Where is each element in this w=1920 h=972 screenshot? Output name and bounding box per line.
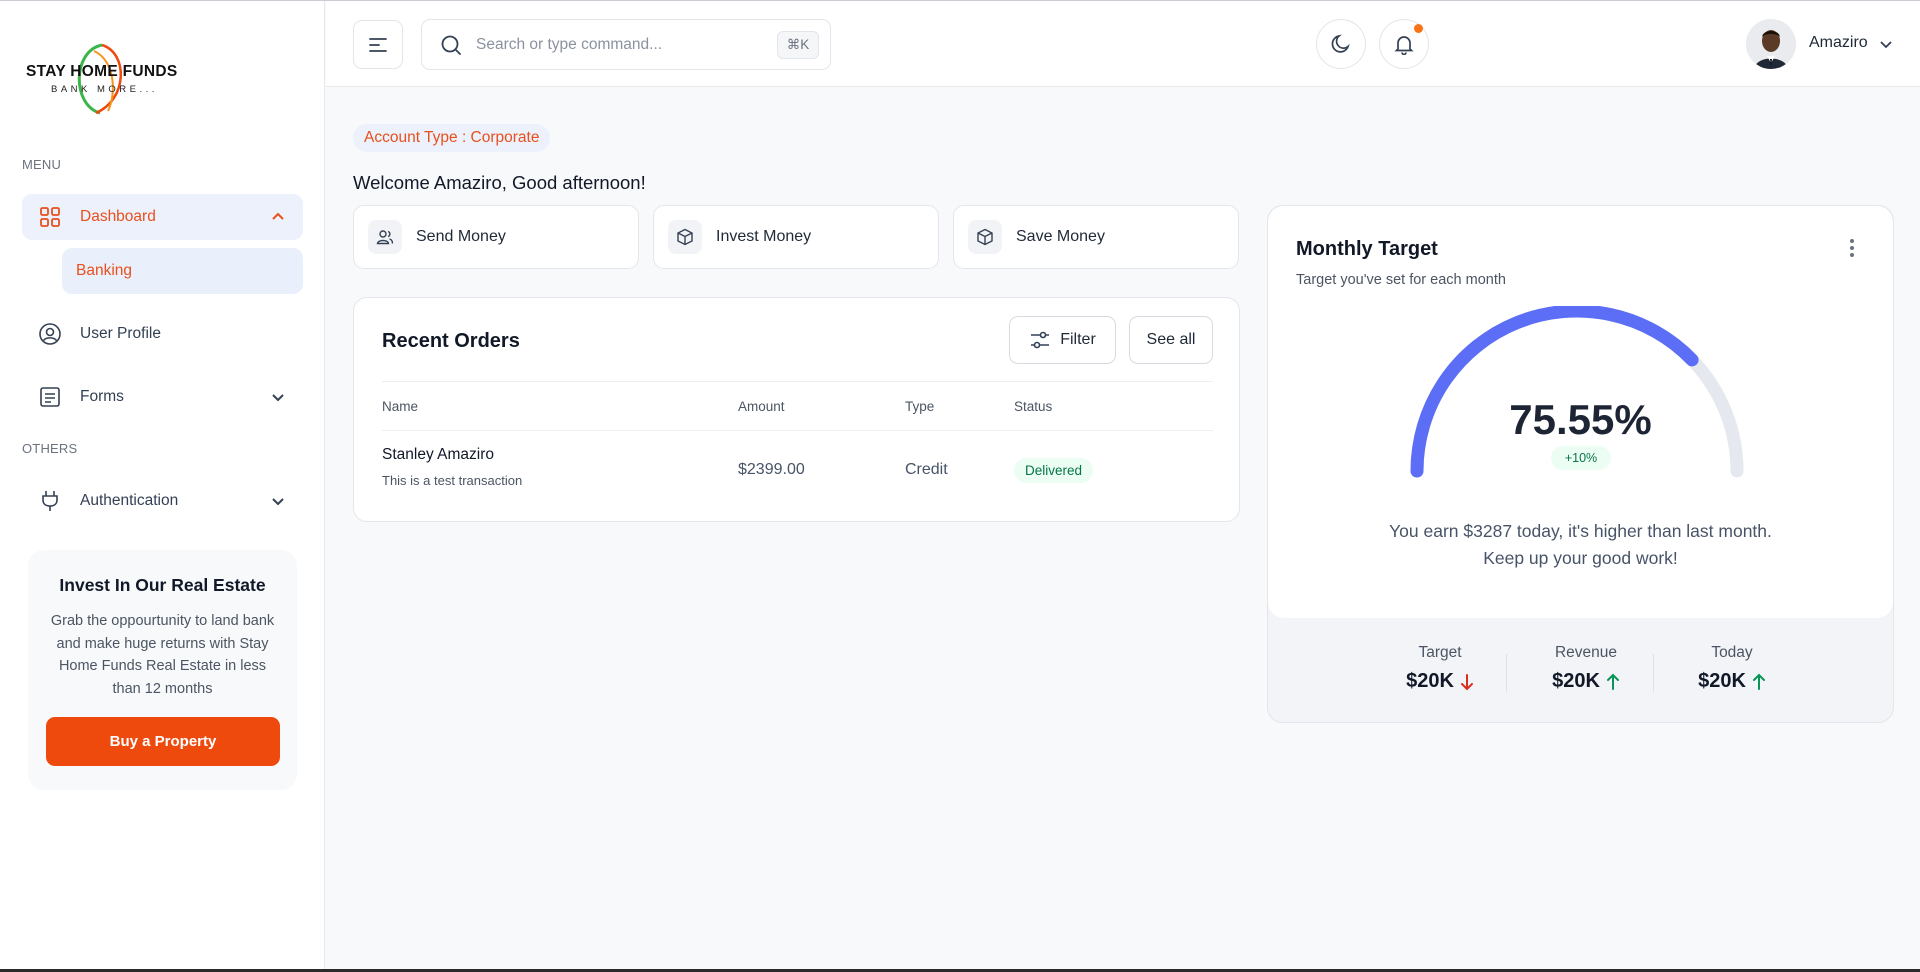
monthly-target-card: Monthly Target Target you've set for eac… xyxy=(1267,205,1894,723)
arrow-down-icon xyxy=(1460,673,1473,690)
status-badge: Delivered xyxy=(1014,458,1094,483)
arrow-up-icon xyxy=(1606,673,1619,690)
stat-label: Revenue xyxy=(1554,644,1618,661)
top-header: Search or type command... ⌘K Amaziro xyxy=(326,1,1920,87)
box-icon xyxy=(668,220,702,254)
sidebar-item-label: Dashboard xyxy=(80,208,156,225)
plug-icon xyxy=(38,489,62,513)
filter-button[interactable]: Filter xyxy=(1009,316,1116,364)
stat-target: Target $20K xyxy=(1367,644,1513,693)
see-all-label: See all xyxy=(1146,331,1196,348)
menu-section-label: MENU xyxy=(22,157,62,172)
user-circle-icon xyxy=(38,322,62,346)
column-header-type: Type xyxy=(905,399,935,414)
users-icon xyxy=(368,220,402,254)
monthly-target-title: Monthly Target xyxy=(1296,238,1438,260)
stat-value: $20K xyxy=(1552,670,1600,692)
others-section-label: OTHERS xyxy=(22,441,78,456)
save-money-button[interactable]: Save Money xyxy=(953,205,1239,269)
sidebar-item-label: Forms xyxy=(80,388,124,405)
brand-logo[interactable]: STAY HOME FUNDS BANK MORE... xyxy=(26,41,196,117)
buy-property-button[interactable]: Buy a Property xyxy=(46,717,280,766)
brand-name: STAY HOME FUNDS xyxy=(26,63,178,80)
search-placeholder: Search or type command... xyxy=(476,35,663,53)
recent-orders-title: Recent Orders xyxy=(382,330,520,352)
chevron-down-icon[interactable] xyxy=(1879,37,1893,51)
brand-tagline: BANK MORE... xyxy=(51,84,158,95)
account-type-badge: Account Type : Corporate xyxy=(353,124,551,152)
table-divider xyxy=(382,430,1213,431)
stat-divider xyxy=(1506,654,1507,692)
sidebar-subitem-banking[interactable]: Banking xyxy=(62,248,303,294)
search-shortcut-badge: ⌘K xyxy=(777,31,819,59)
gauge-fill xyxy=(1410,306,1699,478)
monthly-target-panel: Monthly Target Target you've set for eac… xyxy=(1268,206,1893,618)
more-options-icon[interactable] xyxy=(1842,236,1862,260)
menu-toggle-button[interactable] xyxy=(353,20,403,69)
stat-value: $20K xyxy=(1698,670,1746,692)
sidebar-item-label: Banking xyxy=(76,262,133,279)
filter-label: Filter xyxy=(1060,331,1096,348)
dark-mode-toggle-button[interactable] xyxy=(1316,19,1366,69)
earnings-message-line-2: Keep up your good work! xyxy=(1483,548,1678,568)
moon-icon xyxy=(1331,34,1350,53)
notification-dot xyxy=(1414,24,1423,33)
send-money-button[interactable]: Send Money xyxy=(353,205,639,269)
column-header-status: Status xyxy=(1014,399,1053,414)
stat-label: Today xyxy=(1711,644,1753,661)
welcome-message: Welcome Amaziro, Good afternoon! xyxy=(353,172,646,193)
menu-icon xyxy=(369,37,387,52)
target-delta-badge: +10% xyxy=(1551,446,1611,470)
see-all-button[interactable]: See all xyxy=(1129,316,1213,364)
invest-money-button[interactable]: Invest Money xyxy=(653,205,939,269)
order-name: Stanley Amaziro xyxy=(382,446,494,463)
chevron-up-icon xyxy=(272,212,284,220)
list-icon xyxy=(38,385,62,409)
sidebar-item-dashboard[interactable]: Dashboard xyxy=(22,194,303,240)
chevron-down-icon xyxy=(272,394,284,402)
box-icon xyxy=(968,220,1002,254)
table-divider xyxy=(382,381,1213,382)
bell-icon xyxy=(1394,36,1414,55)
user-name[interactable]: Amaziro xyxy=(1809,34,1868,52)
chevron-down-icon xyxy=(272,498,284,506)
search-input[interactable]: Search or type command... ⌘K xyxy=(421,19,831,70)
arrow-up-icon xyxy=(1752,673,1765,690)
sidebar-item-authentication[interactable]: Authentication xyxy=(22,478,303,524)
promo-title: Invest In Our Real Estate xyxy=(59,575,266,595)
target-percent: 75.55% xyxy=(1509,396,1652,443)
avatar[interactable] xyxy=(1746,19,1796,69)
monthly-target-subtitle: Target you've set for each month xyxy=(1296,272,1506,288)
earnings-message: You earn $3287 today, it's higher than l… xyxy=(1268,518,1893,572)
stat-today: Today $20K xyxy=(1659,644,1805,693)
sidebar-item-label: User Profile xyxy=(80,325,161,342)
column-header-name: Name xyxy=(382,399,419,414)
search-icon xyxy=(440,34,462,56)
stat-divider xyxy=(1653,654,1654,692)
promo-body: Grab the oppourtunity to land bank and m… xyxy=(50,613,275,697)
order-description: This is a test transaction xyxy=(382,473,523,488)
action-label: Send Money xyxy=(416,228,506,245)
order-type: Credit xyxy=(905,461,948,478)
filter-icon xyxy=(1031,331,1050,349)
notifications-button[interactable] xyxy=(1379,19,1429,69)
stat-revenue: Revenue $20K xyxy=(1513,644,1659,693)
stat-value: $20K xyxy=(1406,670,1454,692)
sidebar-item-forms[interactable]: Forms xyxy=(22,374,303,420)
order-amount: $2399.00 xyxy=(738,461,805,478)
sidebar: STAY HOME FUNDS BANK MORE... MENU Dashbo… xyxy=(0,1,325,969)
column-header-amount: Amount xyxy=(738,399,785,414)
action-label: Invest Money xyxy=(716,228,812,245)
grid-icon xyxy=(38,205,62,229)
sidebar-item-user-profile[interactable]: User Profile xyxy=(22,311,303,357)
sidebar-item-label: Authentication xyxy=(80,492,179,509)
earnings-message-line-1: You earn $3287 today, it's higher than l… xyxy=(1389,521,1772,541)
action-label: Save Money xyxy=(1016,228,1105,245)
recent-orders-card: Recent Orders Filter See all Name Amount… xyxy=(353,297,1240,522)
promo-card: Invest In Our Real Estate Grab the oppou… xyxy=(28,550,297,790)
stat-label: Target xyxy=(1418,644,1462,661)
